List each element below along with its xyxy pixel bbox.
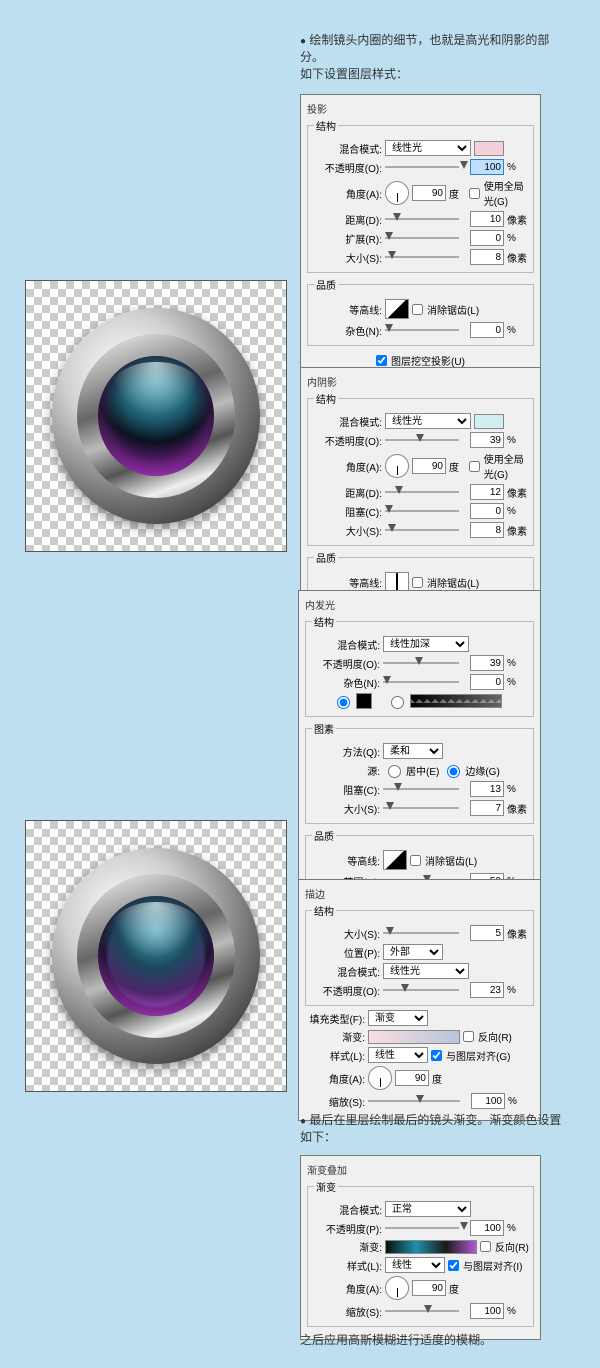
style-select[interactable]: 线性 [368,1047,428,1063]
blend-mode-select[interactable]: 正常 [385,1201,471,1217]
anti-alias-checkbox[interactable]: 消除锯齿(L) [410,853,477,868]
color-swatch[interactable] [356,693,372,709]
choke-input[interactable] [470,503,504,519]
source-edge-radio[interactable]: 边缘(G) [442,762,499,778]
align-with-layer-checkbox[interactable]: 与图层对齐(G) [431,1048,510,1063]
opacity-slider[interactable] [385,162,467,172]
panel-title: 内发光 [305,597,536,612]
group-gradient: 渐变 混合模式: 正常 不透明度(P): % 渐变: 反向(R) 样式(L): … [307,1179,534,1327]
size-input[interactable] [470,800,504,816]
angle-dial[interactable] [385,1276,409,1300]
angle-input[interactable] [412,185,446,201]
instruction-2: ● 最后在里层绘制最后的镜头渐变。渐变颜色设置如下： [300,1112,570,1146]
size-slider[interactable] [385,525,467,535]
opacity-slider[interactable] [385,1223,467,1233]
noise-input[interactable] [470,322,504,338]
instruction-1: ● 绘制镜头内圈的细节，也就是高光和阴影的部分。 如下设置图层样式： [300,32,570,83]
color-swatch[interactable] [474,414,504,429]
contour-picker[interactable] [383,850,407,870]
scale-input[interactable] [471,1093,505,1109]
angle-dial[interactable] [385,454,409,478]
blend-mode-select[interactable]: 线性光 [385,140,471,156]
spread-input[interactable] [470,230,504,246]
gradient-picker[interactable] [368,1030,460,1044]
opacity-slider[interactable] [385,435,467,445]
angle-input[interactable] [412,1280,446,1296]
distance-slider[interactable] [385,214,467,224]
use-global-light-checkbox[interactable]: 使用全局光(G) [469,451,529,481]
size-input[interactable] [470,249,504,265]
choke-slider[interactable] [385,506,467,516]
opacity-input[interactable] [470,432,504,448]
blend-mode-select[interactable]: 线性光 [385,413,471,429]
use-global-light-checkbox[interactable]: 使用全局光(G) [469,178,529,208]
style-select[interactable]: 线性 [385,1257,445,1273]
spread-slider[interactable] [385,233,467,243]
opacity-input[interactable] [470,982,504,998]
technique-select[interactable]: 柔和 [383,743,443,759]
gradient-radio[interactable] [386,693,407,709]
group-elements: 图素 方法(Q): 柔和 源: 居中(E) 边缘(G) 阻塞(C): % 大小(… [305,721,534,824]
scale-slider[interactable] [385,1306,467,1316]
group-structure: 结构 混合模式: 线性加深 不透明度(O): % 杂色(N): % [305,614,534,717]
angle-input[interactable] [395,1070,429,1086]
layer-knockout-checkbox[interactable]: 图层挖空投影(U) [376,353,465,368]
distance-input[interactable] [470,211,504,227]
size-slider[interactable] [383,928,467,938]
scale-slider[interactable] [368,1096,468,1106]
fill-type-select[interactable]: 渐变 [368,1010,428,1026]
opacity-slider[interactable] [383,658,467,668]
noise-slider[interactable] [383,677,467,687]
angle-dial[interactable] [368,1066,392,1090]
lens-preview-1 [25,280,287,552]
reverse-checkbox[interactable]: 反向(R) [463,1029,512,1044]
instruction-3: 之后应用高斯模糊进行适度的模糊。 [300,1332,570,1349]
panel-title: 描边 [305,886,536,901]
angle-input[interactable] [412,458,446,474]
scale-input[interactable] [470,1303,504,1319]
align-with-layer-checkbox[interactable]: 与图层对齐(I) [448,1258,522,1273]
reverse-checkbox[interactable]: 反向(R) [480,1239,529,1254]
opacity-input[interactable] [470,1220,504,1236]
noise-slider[interactable] [385,325,467,335]
gradient-picker[interactable] [410,694,502,708]
noise-input[interactable] [470,674,504,690]
anti-alias-checkbox[interactable]: 消除锯齿(L) [412,302,479,317]
lens-preview-2 [25,820,287,1092]
source-center-radio[interactable]: 居中(E) [383,762,439,778]
panel-title: 内阴影 [307,374,536,389]
angle-dial[interactable] [385,181,409,205]
size-input[interactable] [470,522,504,538]
size-slider[interactable] [383,803,467,813]
group-structure: 结构 混合模式: 线性光 不透明度(O): % 角度(A): 度 使用全局光(G… [307,118,534,273]
panel-gradient-overlay: 渐变叠加 渐变 混合模式: 正常 不透明度(P): % 渐变: 反向(R) 样式… [300,1155,541,1340]
contour-picker[interactable] [385,572,409,592]
group-structure: 结构 大小(S): 像素 位置(P): 外部 混合模式: 线性光 不透明度(O)… [305,903,534,1006]
opacity-input[interactable] [470,655,504,671]
opacity-slider[interactable] [383,985,467,995]
size-input[interactable] [470,925,504,941]
panel-title: 渐变叠加 [307,1162,536,1177]
color-radio[interactable] [332,693,353,709]
distance-input[interactable] [470,484,504,500]
panel-drop-shadow: 投影 结构 混合模式: 线性光 不透明度(O): % 角度(A): 度 使用全局… [300,94,541,381]
opacity-input[interactable] [470,159,504,175]
panel-stroke: 描边 结构 大小(S): 像素 位置(P): 外部 混合模式: 线性光 不透明度… [298,879,541,1121]
gradient-picker[interactable] [385,1240,477,1254]
size-slider[interactable] [385,252,467,262]
choke-slider[interactable] [383,784,467,794]
anti-alias-checkbox[interactable]: 消除锯齿(L) [412,575,479,590]
contour-picker[interactable] [385,299,409,319]
panel-title: 投影 [307,101,536,116]
choke-input[interactable] [470,781,504,797]
blend-mode-select[interactable]: 线性加深 [383,636,469,652]
group-structure: 结构 混合模式: 线性光 不透明度(O): % 角度(A): 度 使用全局光(G… [307,391,534,546]
group-quality: 品质 等高线: 消除锯齿(L) 杂色(N): % [307,277,534,346]
blend-mode-select[interactable]: 线性光 [383,963,469,979]
color-swatch[interactable] [474,141,504,156]
position-select[interactable]: 外部 [383,944,443,960]
distance-slider[interactable] [385,487,467,497]
